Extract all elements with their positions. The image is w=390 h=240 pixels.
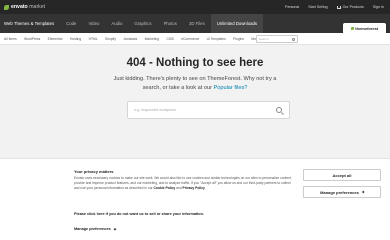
subnav-ui-templates[interactable]: UI Templates — [203, 37, 230, 41]
sign-in-link[interactable]: Sign In — [373, 5, 384, 9]
top-bar: envato market Personal Start Selling Our… — [0, 0, 390, 14]
cat-video[interactable]: Video — [82, 14, 105, 33]
logo-subtext: market — [29, 4, 46, 10]
subnav-wordpress[interactable]: WordPress — [20, 37, 44, 41]
search-icon[interactable] — [292, 37, 295, 41]
subnav-marketing[interactable]: Marketing — [141, 37, 163, 41]
page-subtitle: Just kidding. There's plenty to see on T… — [110, 75, 280, 92]
cart-icon — [336, 5, 341, 9]
themeforest-leaf-icon — [350, 27, 354, 30]
top-links: Personal Start Selling Our Products Sign… — [285, 0, 384, 14]
manage-preferences-label: Manage preferences — [74, 227, 111, 231]
cat-graphics[interactable]: Graphics — [128, 14, 157, 33]
cat-audio[interactable]: Audio — [105, 14, 128, 33]
start-selling-link[interactable]: Start Selling — [308, 5, 327, 9]
personal-link[interactable]: Personal — [285, 5, 299, 9]
manage-preferences-link[interactable]: Manage preferences — [74, 227, 117, 231]
logo-text: envato — [11, 4, 28, 10]
subnav-html[interactable]: HTML — [85, 37, 101, 41]
subnav-all-items[interactable]: All Items — [0, 37, 20, 41]
subnav-shopify[interactable]: Shopify — [101, 37, 119, 41]
search-icon[interactable] — [276, 107, 282, 113]
cat-unlimited-downloads[interactable]: Unlimited Downloads — [210, 14, 264, 33]
subnav-jamstack[interactable]: Jamstack — [120, 37, 141, 41]
page-title: 404 - Nothing to see here — [126, 57, 264, 69]
cookie-banner: Your privacy matters Envato uses necessa… — [0, 158, 390, 240]
accept-all-button[interactable]: Accept all — [303, 169, 381, 181]
category-nav: Web Themes & Templates Code Video Audio … — [0, 14, 390, 33]
do-not-sell-link[interactable]: Please click here if you do not want us … — [74, 212, 204, 216]
manage-preferences-button-label: Manage preferences — [320, 189, 359, 195]
envato-logo[interactable]: envato market — [4, 0, 45, 14]
privacy-policy-link[interactable]: Privacy Policy — [183, 186, 205, 190]
envato-leaf-icon — [4, 4, 9, 10]
popular-files-link[interactable]: Popular files? — [214, 85, 248, 91]
subnav-search-placeholder: Search — [259, 37, 269, 41]
subnav-search-input[interactable]: Search — [256, 35, 298, 43]
cookie-body: Envato uses necessary cookies to make ou… — [74, 176, 294, 191]
subnav-cms[interactable]: CMS — [163, 37, 178, 41]
main-search-box — [127, 101, 290, 119]
sub-nav: All Items WordPress Elementor Hosting HT… — [0, 33, 390, 45]
manage-preferences-button[interactable]: Manage preferences — [303, 186, 381, 198]
our-products-label: Our Products — [342, 5, 364, 9]
cat-photos[interactable]: Photos — [158, 14, 183, 33]
cat-code[interactable]: Code — [60, 14, 82, 33]
subnav-plugins[interactable]: Plugins — [229, 37, 247, 41]
chevron-down-icon — [113, 227, 117, 230]
subnav-ecommerce[interactable]: eCommerce — [178, 37, 203, 41]
subnav-elementor[interactable]: Elementor — [44, 37, 66, 41]
cookie-and-text: and — [176, 186, 182, 190]
chevron-right-icon — [361, 190, 365, 194]
cat-web-themes[interactable]: Web Themes & Templates — [0, 14, 60, 33]
main-search-input[interactable] — [128, 102, 268, 118]
subnav-hosting[interactable]: Hosting — [66, 37, 85, 41]
subtitle-text: Just kidding. There's plenty to see on T… — [113, 76, 277, 91]
cookie-policy-link[interactable]: Cookie Policy — [154, 186, 176, 190]
our-products-link[interactable]: Our Products — [336, 5, 364, 9]
themeforest-badge-text: themeforest — [355, 26, 379, 31]
cookie-title: Your privacy matters — [74, 169, 114, 174]
cat-3d-files[interactable]: 3D Files — [183, 14, 211, 33]
